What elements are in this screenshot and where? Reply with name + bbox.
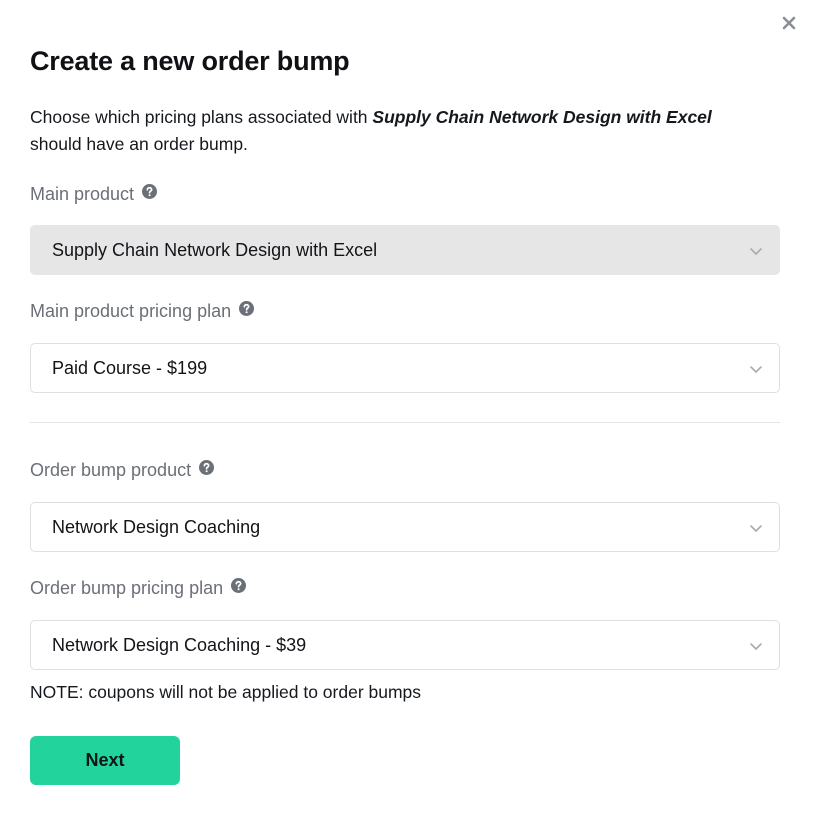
main-product-plan-label-text: Main product pricing plan xyxy=(30,301,232,321)
question-circle-icon xyxy=(199,460,215,475)
next-button[interactable]: Next xyxy=(30,736,180,785)
help-icon[interactable] xyxy=(142,184,158,199)
main-product-plan-select-value: Paid Course - $199 xyxy=(52,357,208,378)
section-divider xyxy=(30,422,780,423)
bump-product-label: Order bump product xyxy=(30,460,215,481)
main-product-label-text: Main product xyxy=(30,184,135,204)
bump-product-select[interactable]: Network Design Coaching xyxy=(30,502,780,552)
description-suffix: should have an order bump. xyxy=(30,134,248,154)
bump-product-label-text: Order bump product xyxy=(30,460,192,480)
main-product-select-value: Supply Chain Network Design with Excel xyxy=(52,239,378,260)
help-icon[interactable] xyxy=(231,578,247,593)
close-button[interactable] xyxy=(776,10,802,36)
description-prefix: Choose which pricing plans associated wi… xyxy=(30,107,373,127)
coupon-note: NOTE: coupons will not be applied to ord… xyxy=(30,682,422,702)
question-circle-icon xyxy=(231,578,247,593)
bump-plan-select-value: Network Design Coaching - $39 xyxy=(52,634,307,655)
bump-plan-label-text: Order bump pricing plan xyxy=(30,578,224,598)
question-circle-icon xyxy=(142,184,158,199)
main-product-label: Main product xyxy=(30,184,158,205)
modal-description: Choose which pricing plans associated wi… xyxy=(30,104,790,158)
question-circle-icon xyxy=(239,301,255,316)
main-product-plan-label: Main product pricing plan xyxy=(30,301,255,322)
chevron-down-icon xyxy=(750,525,762,532)
main-product-select: Supply Chain Network Design with Excel xyxy=(30,225,780,275)
chevron-down-icon xyxy=(750,643,762,650)
main-product-plan-select[interactable]: Paid Course - $199 xyxy=(30,343,780,393)
bump-plan-select[interactable]: Network Design Coaching - $39 xyxy=(30,620,780,670)
order-bump-modal: Create a new order bump Choose which pri… xyxy=(0,0,815,825)
close-icon xyxy=(782,16,796,30)
chevron-down-icon xyxy=(750,366,762,373)
bump-product-select-value: Network Design Coaching xyxy=(52,516,261,537)
help-icon[interactable] xyxy=(239,301,255,316)
modal-title: Create a new order bump xyxy=(30,46,350,76)
chevron-down-icon xyxy=(750,248,762,255)
help-icon[interactable] xyxy=(199,460,215,475)
bump-plan-label: Order bump pricing plan xyxy=(30,578,247,599)
description-product-name: Supply Chain Network Design with Excel xyxy=(372,107,712,127)
